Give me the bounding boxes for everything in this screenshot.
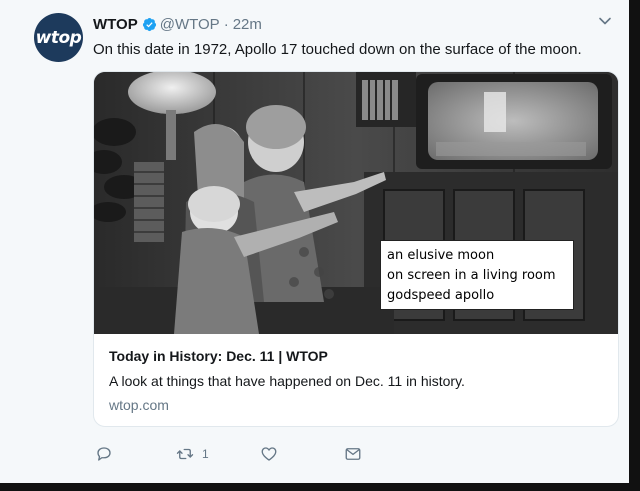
verified-badge-icon [142, 17, 156, 32]
tweet-text: On this date in 1972, Apollo 17 touched … [93, 41, 582, 58]
avatar-logo-text: wtop [35, 27, 82, 48]
tweet-container: wtop WTOP @WTOP · 22m On this date in 19… [0, 0, 630, 484]
like-button[interactable] [260, 445, 278, 463]
tweet-actions: 1 [0, 445, 629, 465]
retweet-count: 1 [202, 447, 209, 461]
envelope-icon [345, 448, 361, 460]
reply-icon [97, 447, 111, 461]
header-separator: · [223, 16, 229, 33]
card-title[interactable]: Today in History: Dec. 11 | WTOP [109, 348, 328, 364]
card-domain[interactable]: wtop.com [109, 397, 169, 413]
screenshot-border-bottom [0, 483, 640, 491]
reply-button[interactable] [95, 445, 113, 463]
heart-icon [261, 447, 277, 461]
retweet-button[interactable]: 1 [176, 445, 209, 463]
account-name[interactable]: WTOP [93, 16, 138, 33]
caption-line: godspeed apollo [387, 288, 495, 303]
caption-line: an elusive moon [387, 248, 495, 263]
chevron-down-icon[interactable] [598, 14, 612, 28]
account-handle[interactable]: @WTOP [160, 16, 220, 33]
caption-line: on screen in a living room [387, 268, 556, 283]
caption-overlay: an elusive moon on screen in a living ro… [380, 240, 574, 310]
avatar[interactable]: wtop [34, 13, 83, 62]
tweet-timestamp[interactable]: 22m [233, 16, 262, 33]
direct-message-button[interactable] [344, 445, 362, 463]
card-description: A look at things that have happened on D… [109, 373, 465, 389]
tweet-header: WTOP @WTOP · 22m [93, 16, 262, 33]
screenshot-border-right [629, 0, 640, 491]
retweet-icon [176, 448, 194, 460]
